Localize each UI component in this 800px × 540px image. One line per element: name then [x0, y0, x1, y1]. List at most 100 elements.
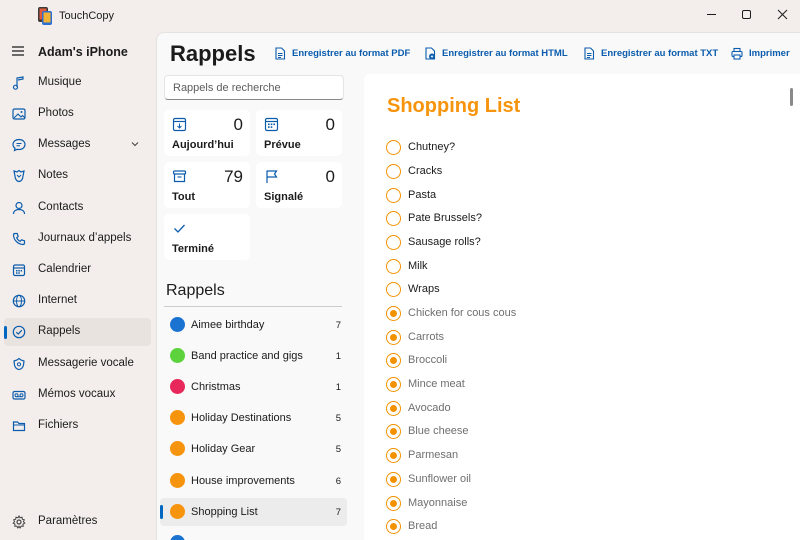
tile-flagged[interactable]: 0 Signalé — [256, 162, 342, 208]
list-item[interactable]: Band practice and gigs 1 — [160, 342, 347, 370]
reminder-text: Pasta — [408, 189, 437, 201]
sidebar-item-calendrier[interactable]: Calendrier — [4, 256, 151, 284]
check-fill — [389, 451, 397, 459]
checkbox-icon[interactable] — [386, 282, 401, 297]
sidebar-item-label: Messagerie vocale — [38, 357, 134, 369]
list-count: 1 — [335, 382, 341, 393]
tile-today[interactable]: 0 Aujourd’hui — [164, 110, 250, 156]
tile-completed[interactable]: Terminé — [164, 214, 250, 260]
list-item[interactable]: Christmas 1 — [160, 373, 347, 401]
sidebar-item-parametres[interactable]: Paramètres — [4, 508, 151, 536]
checked-circle-icon[interactable] — [386, 472, 401, 487]
save-html-label: Enregistrer au format HTML — [442, 47, 568, 59]
list-color-dot — [170, 317, 185, 332]
checkbox-icon[interactable] — [386, 211, 401, 226]
checkbox-icon[interactable] — [386, 188, 401, 203]
reminder-item-completed[interactable]: Mince meat — [386, 376, 766, 396]
sidebar-item-musique[interactable]: Musique — [4, 69, 151, 97]
save-txt-button[interactable]: Enregistrer au format TXT — [583, 44, 718, 62]
checked-circle-icon[interactable] — [386, 353, 401, 368]
list-item[interactable]: Holiday Destinations 5 — [160, 404, 347, 432]
scrollbar-thumb[interactable] — [790, 88, 793, 106]
reminder-text: Chutney? — [408, 141, 456, 153]
notes-icon — [13, 169, 25, 183]
list-item-selected[interactable]: Shopping List 7 — [160, 498, 347, 526]
list-color-dot — [170, 348, 185, 363]
sidebar-item-messagerie-vocale[interactable]: Messagerie vocale — [4, 350, 151, 378]
reminder-item[interactable]: Milk — [386, 258, 766, 278]
pdf-document-icon — [275, 46, 286, 60]
reminder-item[interactable]: Sausage rolls? — [386, 234, 766, 254]
reminder-text: Parmesan — [408, 449, 459, 461]
checked-circle-icon[interactable] — [386, 424, 401, 439]
chevron-down-icon[interactable] — [130, 140, 140, 148]
sidebar-item-rappels[interactable]: Rappels — [4, 318, 151, 346]
checked-circle-icon[interactable] — [386, 519, 401, 534]
reminder-item[interactable]: Pasta — [386, 187, 766, 207]
checked-circle-icon[interactable] — [386, 330, 401, 345]
sidebar-item-notes[interactable]: Notes — [4, 162, 151, 190]
tray-icon — [172, 170, 187, 183]
list-item[interactable]: House improvements 6 — [160, 467, 347, 495]
save-html-button[interactable]: Enregistrer au format HTML — [424, 44, 568, 62]
sidebar-item-messages[interactable]: Messages — [4, 131, 151, 159]
hamburger-menu-icon[interactable] — [11, 45, 25, 57]
sidebar-item-photos[interactable]: Photos — [4, 100, 151, 128]
person-icon — [12, 201, 26, 215]
sidebar-item-label: Photos — [38, 107, 74, 119]
checkbox-icon[interactable] — [386, 164, 401, 179]
minimize-icon — [706, 13, 716, 15]
list-count: 7 — [335, 507, 341, 518]
checked-circle-icon[interactable] — [386, 496, 401, 511]
checkbox-icon[interactable] — [386, 259, 401, 274]
reminder-item-completed[interactable]: Mayonnaise — [386, 495, 766, 515]
list-item[interactable] — [160, 529, 347, 540]
list-color-dot — [170, 410, 185, 425]
reminder-item-completed[interactable]: Carrots — [386, 329, 766, 349]
list-name: House improvements — [191, 475, 295, 487]
list-name: Band practice and gigs — [191, 350, 303, 362]
check-fill — [389, 404, 397, 412]
reminder-item[interactable]: Wraps — [386, 281, 766, 301]
checkbox-icon[interactable] — [386, 140, 401, 155]
maximize-button[interactable] — [727, 0, 765, 28]
check-fill — [389, 356, 397, 364]
list-item[interactable]: Holiday Gear 5 — [160, 435, 347, 463]
reminder-item-completed[interactable]: Blue cheese — [386, 423, 766, 443]
chat-bubble-icon — [12, 138, 26, 152]
reminder-item[interactable]: Chutney? — [386, 139, 766, 159]
check-fill — [389, 522, 397, 530]
reminder-item[interactable]: Cracks — [386, 163, 766, 183]
search-input[interactable] — [173, 80, 333, 96]
sidebar-item-memos-vocaux[interactable]: Mémos vocaux — [4, 381, 151, 409]
sidebar-item-fichiers[interactable]: Fichiers — [4, 412, 151, 440]
sidebar-item-journaux-appels[interactable]: Journaux d’appels — [4, 225, 151, 253]
checked-circle-icon[interactable] — [386, 448, 401, 463]
sidebar-item-internet[interactable]: Internet — [4, 287, 151, 315]
search-box[interactable] — [164, 75, 344, 100]
reminder-item-completed[interactable]: Broccoli — [386, 352, 766, 372]
reminder-item-completed[interactable]: Sunflower oil — [386, 471, 766, 491]
reminder-item-completed[interactable]: Chicken for cous cous — [386, 305, 766, 325]
tile-count: 0 — [325, 115, 335, 134]
save-txt-label: Enregistrer au format TXT — [601, 47, 719, 59]
minimize-button[interactable] — [692, 0, 730, 28]
save-pdf-button[interactable]: Enregistrer au format PDF — [274, 44, 410, 62]
print-button[interactable]: Imprimer — [731, 44, 790, 62]
reminder-item-completed[interactable]: Bread — [386, 518, 766, 538]
reminder-item-completed[interactable]: Avocado — [386, 400, 766, 420]
sidebar-item-label: Rappels — [38, 325, 81, 337]
checkbox-icon[interactable] — [386, 235, 401, 250]
reminder-item-completed[interactable]: Parmesan — [386, 447, 766, 467]
tile-all[interactable]: 79 Tout — [164, 162, 250, 208]
checked-circle-icon[interactable] — [386, 401, 401, 416]
close-button[interactable] — [763, 0, 800, 28]
page-title: Rappels — [170, 41, 256, 66]
printer-icon — [731, 47, 743, 60]
sidebar-item-contacts[interactable]: Contacts — [4, 194, 151, 222]
checked-circle-icon[interactable] — [386, 306, 401, 321]
checked-circle-icon[interactable] — [386, 377, 401, 392]
list-item[interactable]: Aimee birthday 7 — [160, 311, 347, 339]
tile-scheduled[interactable]: 0 Prévue — [256, 110, 342, 156]
reminder-item[interactable]: Pate Brussels? — [386, 210, 766, 230]
